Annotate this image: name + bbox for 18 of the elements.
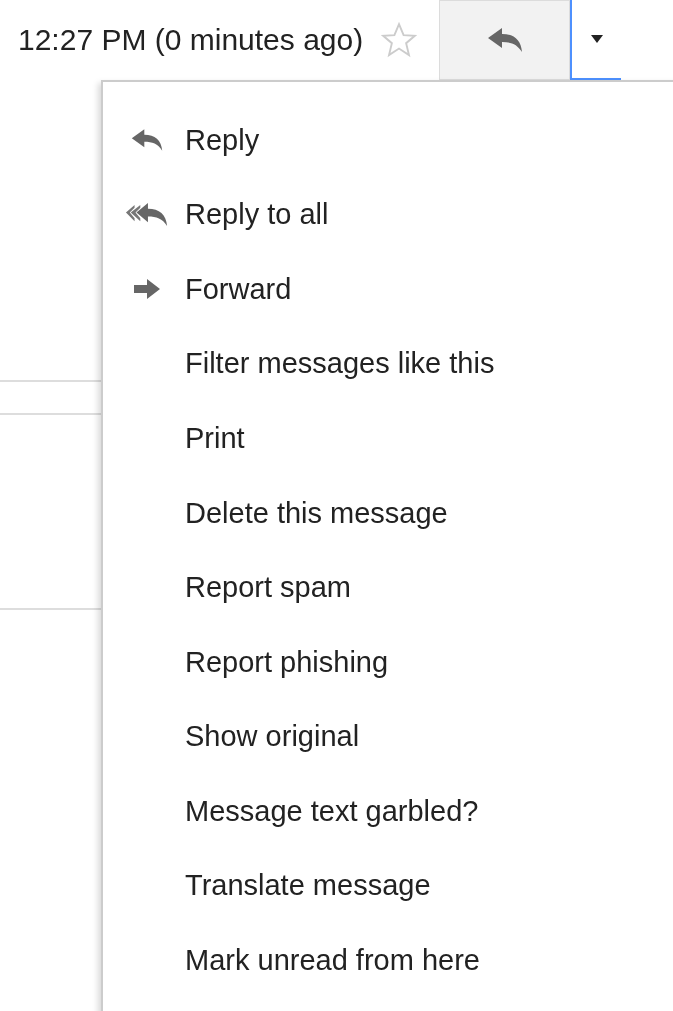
menu-item[interactable]: Print	[103, 401, 673, 476]
menu-item[interactable]: Report phishing	[103, 625, 673, 700]
star-icon[interactable]	[379, 20, 420, 60]
menu-item[interactable]: Mark unread from here	[103, 923, 673, 999]
menu-item[interactable]: Report spam	[103, 550, 673, 626]
menu-item[interactable]: Forward	[103, 252, 673, 327]
more-dropdown-button[interactable]	[570, 0, 622, 80]
timestamp: 12:27 PM (0 minutes ago)	[18, 22, 364, 58]
menu-item[interactable]: Translate message	[103, 848, 673, 924]
forward-icon	[132, 278, 162, 301]
menu-item[interactable]: Filter messages like this	[103, 326, 673, 402]
menu-item[interactable]: Reply	[103, 103, 673, 178]
menu-item[interactable]: Show original	[103, 699, 673, 775]
caret-icon	[590, 35, 603, 43]
menu-item[interactable]: Delete this message	[103, 475, 673, 551]
reply-button[interactable]	[439, 0, 571, 80]
menu-item[interactable]: Reply to all	[103, 177, 673, 253]
menu-item[interactable]: Message text garbled?	[103, 774, 673, 849]
